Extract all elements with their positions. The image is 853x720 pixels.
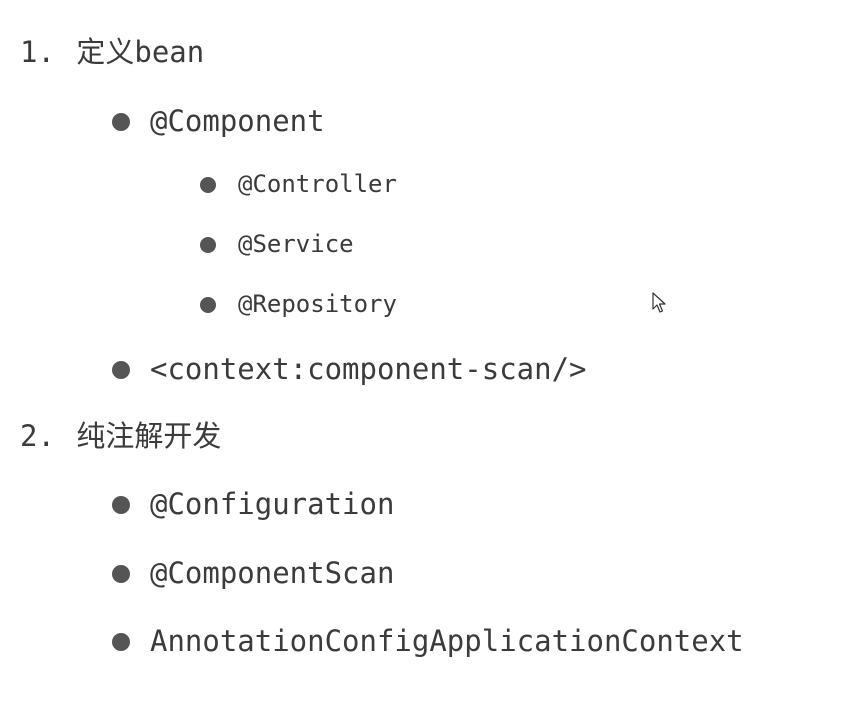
section-heading-2: 2. 纯注解开发 [20,422,221,451]
list-item-label: <context:component-scan/> [150,352,587,386]
section-number: 2. [20,419,55,453]
bullet-icon [112,633,130,651]
sub-list-item-label: @Repository [238,290,397,318]
bullet-icon [112,361,130,379]
list-item-label: @Component [150,104,325,138]
list-item-label: AnnotationConfigApplicationContext [150,624,744,658]
list-item-label: @ComponentScan [150,556,395,590]
section-number: 1. [20,35,55,69]
bullet-icon [200,177,216,193]
section-title: 定义bean [76,35,205,69]
sub-list-item-label: @Controller [238,170,397,198]
section-title: 纯注解开发 [76,419,222,453]
bullet-icon [112,113,130,131]
section-heading-1: 1. 定义bean [20,38,204,67]
list-item-label: @Configuration [150,487,395,521]
bullet-icon [200,297,216,313]
bullet-icon [112,565,130,583]
bullet-icon [112,496,130,514]
mouse-pointer-icon [652,292,666,313]
bullet-icon [200,237,216,253]
sub-list-item-label: @Service [238,230,354,258]
